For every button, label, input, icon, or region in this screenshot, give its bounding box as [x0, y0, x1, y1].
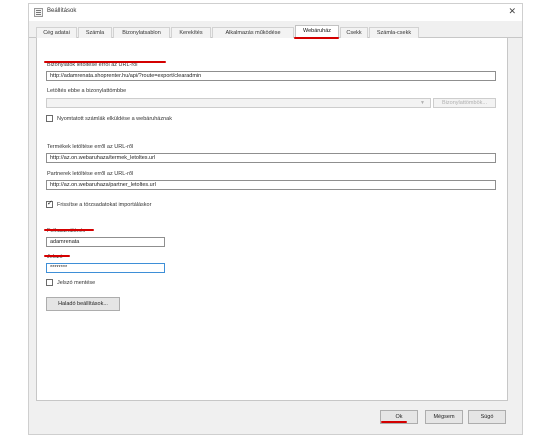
cancel-button[interactable]: Mégsem: [425, 410, 463, 424]
tab-app-behavior[interactable]: Alkalmazás működése: [212, 27, 294, 38]
send-printed-invoices-checkbox[interactable]: [46, 115, 53, 122]
annotation-underline-webshop-tab: [294, 37, 339, 39]
products-url-label: Termékek letöltése erről az URL-ről: [47, 144, 134, 150]
username-input[interactable]: [46, 237, 165, 247]
save-password-checkbox[interactable]: [46, 279, 53, 286]
update-master-data-label: Frissítse a törzsadatokat importáláskor: [57, 202, 152, 208]
annotation-underline-download-url: [44, 61, 166, 63]
tab-invoice[interactable]: Számla: [78, 27, 112, 38]
partners-url-label: Partnerek letöltése erről az URL-ről: [47, 171, 134, 177]
advanced-settings-button[interactable]: Haladó beállítások...: [46, 297, 120, 311]
title-bar: Beállítások ✕: [29, 4, 522, 21]
products-url-input[interactable]: [46, 153, 496, 163]
checkmark-icon: ✓: [47, 200, 53, 207]
annotation-underline-username: [44, 229, 94, 231]
settings-app-icon: [34, 8, 43, 17]
download-folder-label: Letöltés ebbe a bizonylattömbbe: [47, 88, 127, 94]
tab-company-data[interactable]: Cég adatai: [36, 27, 77, 38]
tab-invoice-cheque[interactable]: Számla-csekk: [369, 27, 419, 38]
tab-cheque[interactable]: Csekk: [340, 27, 368, 38]
close-icon[interactable]: ✕: [508, 6, 516, 17]
help-button[interactable]: Súgó: [468, 410, 506, 424]
webshop-settings-panel: Bizonylatok letöltése erről az URL-ről L…: [36, 38, 508, 401]
settings-window: Beállítások ✕ Cég adatai Számla Bizonyla…: [28, 3, 523, 435]
update-master-data-checkbox[interactable]: ✓: [46, 200, 53, 208]
annotation-underline-password: [44, 255, 70, 257]
tab-document-template[interactable]: Bizonylatsablon: [113, 27, 170, 38]
document-pad-dropdown: [46, 98, 431, 108]
save-password-label: Jelszó mentése: [57, 280, 96, 286]
annotation-underline-ok: [381, 421, 407, 423]
window-title: Beállítások: [47, 8, 77, 14]
send-printed-invoices-label: Nyomtatott számlák elküldése a webáruház…: [57, 116, 172, 122]
tab-bar: Cég adatai Számla Bizonylatsablon Kerekí…: [29, 25, 522, 39]
chevron-down-icon: ▼: [420, 100, 425, 106]
tab-rounding[interactable]: Kerekítés: [171, 27, 211, 38]
document-pads-button: Bizonylattömbök...: [433, 98, 496, 108]
password-input[interactable]: [46, 263, 165, 273]
partners-url-input[interactable]: [46, 180, 496, 190]
download-url-input[interactable]: [46, 71, 496, 81]
